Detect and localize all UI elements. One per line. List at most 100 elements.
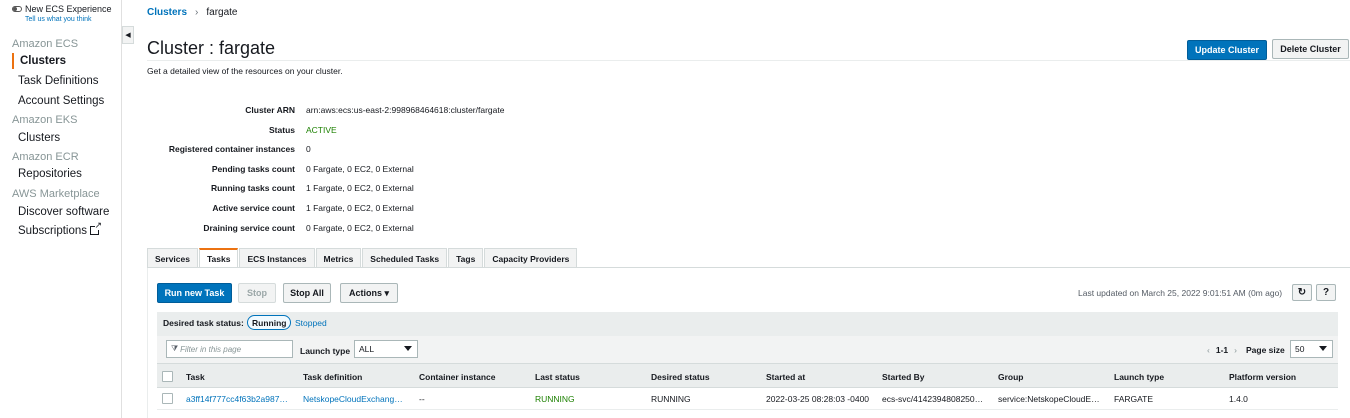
detail-row-running-tasks: Running tasks count 1 Fargate, 0 EC2, 0 … <box>147 183 747 197</box>
prev-page-icon[interactable]: ‹ <box>1207 345 1210 355</box>
delete-cluster-button[interactable]: Delete Cluster <box>1272 39 1349 59</box>
detail-value: arn:aws:ecs:us-east-2:998968464618:clust… <box>306 105 505 115</box>
next-page-icon[interactable]: › <box>1234 345 1237 355</box>
row-checkbox[interactable] <box>162 393 173 404</box>
stop-button[interactable]: Stop <box>238 283 276 303</box>
launch-type-value: ALL <box>359 344 375 354</box>
detail-label: Registered container instances <box>168 144 295 154</box>
breadcrumb-separator: › <box>195 7 199 18</box>
breadcrumb-clusters[interactable]: Clusters <box>147 7 187 18</box>
new-experience-toggle[interactable]: New ECS Experience <box>12 4 112 14</box>
update-cluster-button[interactable]: Update Cluster <box>1187 40 1267 60</box>
column-header-started-by[interactable]: Started By <box>882 372 925 382</box>
detail-value: 0 Fargate, 0 EC2, 0 External <box>306 223 414 233</box>
page-size-value: 50 <box>1295 344 1305 354</box>
refresh-icon: ↻ <box>1297 287 1307 298</box>
last-status-cell: RUNNING <box>535 394 575 404</box>
detail-label: Draining service count <box>203 223 295 233</box>
pagination: ‹ 1-1 › <box>1207 345 1237 355</box>
status-badge: ACTIVE <box>306 125 337 135</box>
detail-value: 0 Fargate, 0 EC2, 0 External <box>306 164 414 174</box>
run-new-task-button[interactable]: Run new Task <box>157 283 232 303</box>
detail-row-registered-instances: Registered container instances 0 <box>147 144 747 158</box>
tab-services[interactable]: Services <box>147 248 198 268</box>
tab-metrics[interactable]: Metrics <box>315 248 362 268</box>
filter-input[interactable]: ⧩ Filter in this page <box>166 340 293 358</box>
help-icon: ? <box>1322 287 1330 298</box>
caret-down-icon <box>404 346 412 351</box>
page-title: Cluster : fargate <box>147 38 276 58</box>
sidebar-item-discover-software[interactable]: Discover software <box>18 206 109 218</box>
filter-placeholder: Filter in this page <box>180 344 242 354</box>
cluster-tabs: Services Tasks ECS Instances Metrics Sch… <box>147 248 578 268</box>
last-updated-text: Last updated on March 25, 2022 9:01:51 A… <box>1078 288 1283 298</box>
column-header-started-at[interactable]: Started at <box>766 372 805 382</box>
actions-dropdown[interactable]: Actions ▾ <box>340 283 398 303</box>
detail-value: 0 <box>306 144 311 154</box>
caret-down-icon <box>1319 346 1327 351</box>
tab-scheduled-tasks[interactable]: Scheduled Tasks <box>362 248 448 268</box>
section-amazon-ecs: Amazon ECS <box>12 38 79 50</box>
filter-stopped-link[interactable]: Stopped <box>295 318 327 328</box>
column-header-task-definition[interactable]: Task definition <box>303 372 362 382</box>
filter-running-pill[interactable]: Running <box>247 315 292 330</box>
started-by-cell: ecs-svc/4142394808250… <box>882 394 984 404</box>
started-at-cell: 2022-03-25 08:28:03 -0400 <box>766 394 870 404</box>
sidebar-item-task-definitions[interactable]: Task Definitions <box>18 75 99 87</box>
tab-ecs-instances[interactable]: ECS Instances <box>239 248 315 268</box>
platform-version-cell: 1.4.0 <box>1229 394 1248 404</box>
sidebar-item-subscriptions[interactable]: Subscriptions <box>18 221 103 237</box>
column-header-platform-version[interactable]: Platform version <box>1229 372 1296 382</box>
page-subtitle: Get a detailed view of the resources on … <box>147 66 343 76</box>
feedback-link[interactable]: Tell us what you think <box>25 16 92 23</box>
tab-tasks[interactable]: Tasks <box>198 248 239 268</box>
column-header-container-instance[interactable]: Container instance <box>419 372 496 382</box>
detail-label: Status <box>269 125 295 135</box>
toggle-icon[interactable] <box>12 6 22 12</box>
help-button[interactable]: ? <box>1316 284 1336 301</box>
sidebar-item-repositories[interactable]: Repositories <box>18 168 82 180</box>
column-header-group[interactable]: Group <box>998 372 1024 382</box>
page-size-label: Page size <box>1246 345 1285 355</box>
collapse-sidebar-button[interactable]: ◀ <box>122 26 134 44</box>
detail-row-pending-tasks: Pending tasks count 0 Fargate, 0 EC2, 0 … <box>147 164 747 178</box>
page-size-select[interactable]: 50 <box>1290 340 1333 358</box>
breadcrumb: Clusters › fargate <box>147 7 238 18</box>
section-amazon-eks: Amazon EKS <box>12 114 78 126</box>
sidebar: New ECS Experience Tell us what you thin… <box>0 0 122 418</box>
detail-row-active-services: Active service count 1 Fargate, 0 EC2, 0… <box>147 203 747 217</box>
external-link-icon <box>90 221 103 235</box>
detail-value: 1 Fargate, 0 EC2, 0 External <box>306 183 414 193</box>
stop-all-button[interactable]: Stop All <box>283 283 331 303</box>
detail-value: 1 Fargate, 0 EC2, 0 External <box>306 203 414 213</box>
title-divider <box>147 60 1350 61</box>
column-header-task[interactable]: Task <box>186 372 205 382</box>
launch-type-select[interactable]: ALL <box>354 340 418 358</box>
refresh-button[interactable]: ↻ <box>1292 284 1312 301</box>
column-header-desired-status[interactable]: Desired status <box>651 372 710 382</box>
sidebar-item-eks-clusters[interactable]: Clusters <box>18 132 60 144</box>
section-amazon-ecr: Amazon ECR <box>12 151 79 163</box>
sidebar-item-account-settings[interactable]: Account Settings <box>18 95 104 107</box>
desired-status-bar <box>157 312 1338 336</box>
detail-label: Running tasks count <box>210 183 295 193</box>
group-cell: service:NetskopeCloudE… <box>998 394 1100 404</box>
detail-row-cluster-arn: Cluster ARN arn:aws:ecs:us-east-2:998968… <box>147 105 747 119</box>
desired-status-label: Desired task status: <box>163 318 244 328</box>
detail-row-status: Status ACTIVE <box>147 125 747 139</box>
detail-label: Pending tasks count <box>211 164 295 174</box>
container-instance-cell: -- <box>419 394 425 404</box>
select-all-checkbox[interactable] <box>162 371 173 382</box>
sidebar-item-clusters[interactable]: Clusters <box>20 55 66 67</box>
detail-label: Cluster ARN <box>245 105 295 115</box>
desired-status-cell: RUNNING <box>651 394 691 404</box>
column-header-last-status[interactable]: Last status <box>535 372 580 382</box>
tab-capacity-providers[interactable]: Capacity Providers <box>484 248 578 268</box>
column-header-launch-type[interactable]: Launch type <box>1114 372 1164 382</box>
tab-tags[interactable]: Tags <box>448 248 484 268</box>
launch-type-cell: FARGATE <box>1114 394 1154 404</box>
detail-row-draining-services: Draining service count 0 Fargate, 0 EC2,… <box>147 223 747 237</box>
task-id-link[interactable]: a3ff14f777cc4f63b2a987… <box>186 394 288 404</box>
new-experience-label: New ECS Experience <box>25 4 112 14</box>
task-definition-link[interactable]: NetskopeCloudExchang… <box>303 394 403 404</box>
